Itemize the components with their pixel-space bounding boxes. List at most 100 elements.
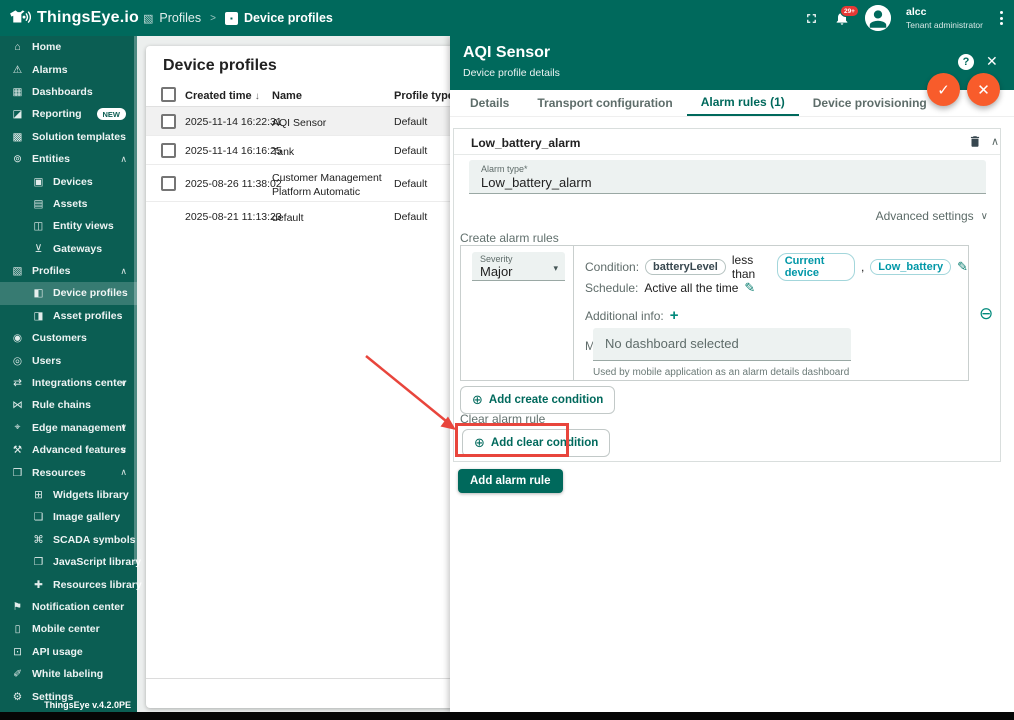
sidebar-item-resources-library[interactable]: ✚Resources library [0, 573, 137, 595]
chevron-up-icon: ∧ [120, 467, 127, 478]
devices-icon: ▣ [32, 176, 45, 188]
sidebar-item-entities[interactable]: ⊚Entities∧ [0, 148, 137, 170]
sidebar-item-gateways[interactable]: ⊻Gateways [0, 238, 137, 260]
discard-changes-button[interactable]: ✕ [967, 73, 1000, 106]
mobile-dashboard-input[interactable]: No dashboard selected [593, 328, 851, 361]
tab-device-provisioning[interactable]: Device provisioning [799, 90, 941, 116]
sidebar-item-users[interactable]: ◎Users [0, 349, 137, 371]
collapse-icon[interactable]: ∧ [991, 135, 999, 148]
notifications-button[interactable]: 29+ [834, 10, 850, 26]
add-alarm-rule-button[interactable]: Add alarm rule [458, 469, 563, 493]
select-all-checkbox[interactable] [161, 87, 176, 102]
column-name[interactable]: Name [272, 90, 302, 102]
user-role: Tenant administrator [906, 20, 983, 30]
add-create-condition-button[interactable]: ⊕ Add create condition [460, 386, 615, 414]
home-icon: ⌂ [11, 41, 24, 53]
user-name: alcc [906, 6, 983, 19]
sidebar-item-api-usage[interactable]: ⊡API usage [0, 641, 137, 663]
condition-device-chip[interactable]: Current device [777, 253, 855, 281]
tab-transport-configuration[interactable]: Transport configuration [523, 90, 686, 116]
sidebar-item-advanced-features[interactable]: ⚒Advanced features∨ [0, 439, 137, 461]
sidebar-item-dashboards[interactable]: ▦Dashboards [0, 81, 137, 103]
sidebar-item-assets[interactable]: ▤Assets [0, 193, 137, 215]
sidebar-item-entity-views[interactable]: ◫Entity views [0, 215, 137, 237]
chevron-down-icon: ∨ [120, 378, 127, 389]
sidebar-item-mobile-center[interactable]: ▯Mobile center [0, 618, 137, 640]
advanced-settings-toggle[interactable]: Advanced settings ∨ [876, 209, 988, 223]
sidebar-item-integrations-center[interactable]: ⇄Integrations center∨ [0, 372, 137, 394]
row-checkbox[interactable] [161, 143, 176, 158]
sidebar-item-profiles[interactable]: ▧Profiles∧ [0, 260, 137, 282]
condition-key-chip[interactable]: batteryLevel [645, 259, 726, 275]
severity-column: Severity Major ▾ [461, 246, 574, 380]
tab-alarm-rules[interactable]: Alarm rules (1) [687, 90, 799, 116]
users-icon: ◎ [11, 355, 24, 367]
row-checkbox[interactable] [161, 176, 176, 191]
user-info[interactable]: alcc Tenant administrator [906, 6, 983, 29]
sidebar-item-alarms[interactable]: ⚠Alarms [0, 58, 137, 80]
fullscreen-button[interactable] [804, 11, 819, 26]
close-icon[interactable]: ✕ [986, 53, 998, 70]
severity-select[interactable]: Severity Major ▾ [472, 252, 565, 281]
alarm-rule-name: Low_battery_alarm [471, 136, 580, 150]
breadcrumb-profiles[interactable]: ▧ Profiles [143, 11, 201, 25]
sidebar-item-widgets-library[interactable]: ⊞Widgets library [0, 484, 137, 506]
tab-details[interactable]: Details [456, 90, 523, 116]
close-icon: ✕ [977, 81, 990, 99]
sidebar-item-scada-symbols[interactable]: ⌘SCADA symbols [0, 529, 137, 551]
sidebar-scrollbar[interactable] [134, 36, 137, 564]
page-title: Device profiles [163, 57, 277, 75]
profiles-icon: ▧ [11, 265, 24, 277]
sidebar-item-home[interactable]: ⌂Home [0, 36, 137, 58]
solution-templates-icon: ▩ [11, 131, 24, 143]
sidebar-item-javascript-library[interactable]: ❐JavaScript library [0, 551, 137, 573]
sidebar-item-resources[interactable]: ❒Resources∧ [0, 461, 137, 483]
entities-icon: ⊚ [11, 153, 24, 165]
breadcrumb-device-profiles[interactable]: ▪ Device profiles [225, 11, 333, 25]
notification-center-icon: ⚑ [11, 601, 24, 613]
condition-row: Condition: batteryLevel less than Curren… [585, 253, 968, 281]
condition-value-chip[interactable]: Low_battery [870, 259, 951, 275]
column-created-time[interactable]: Created time ↓ [185, 90, 260, 102]
customers-icon: ◉ [11, 332, 24, 344]
avatar[interactable] [865, 5, 891, 31]
scada-symbols-icon: ⌘ [32, 534, 45, 546]
sidebar-item-edge-management[interactable]: ⌖Edge management∨ [0, 417, 137, 439]
resources-icon: ❒ [11, 467, 24, 479]
clear-alarm-rule-label: Clear alarm rule [460, 412, 545, 426]
alarm-type-field[interactable]: Alarm type* Low_battery_alarm [469, 160, 986, 194]
sidebar-item-devices[interactable]: ▣Devices [0, 170, 137, 192]
add-circle-icon: ⊕ [472, 392, 483, 408]
delete-alarm-icon[interactable] [968, 134, 982, 154]
sidebar-item-notification-center[interactable]: ⚑Notification center [0, 596, 137, 618]
alarm-condition-box: Severity Major ▾ Condition: batteryLevel… [460, 245, 969, 381]
edit-condition-icon[interactable]: ✎ [957, 259, 968, 275]
help-icon[interactable]: ? [958, 54, 974, 70]
add-clear-condition-button[interactable]: ⊕ Add clear condition [462, 429, 610, 457]
severity-label: Severity [480, 254, 565, 264]
sidebar-item-white-labeling[interactable]: ✐White labeling [0, 663, 137, 685]
sidebar-item-solution-templates[interactable]: ▩Solution templates [0, 126, 137, 148]
app-window: ThingsEye.io ▧ Profiles > ▪ Device profi… [0, 0, 1014, 720]
top-header: ThingsEye.io ▧ Profiles > ▪ Device profi… [0, 0, 1014, 36]
column-profile-type[interactable]: Profile type [394, 90, 454, 102]
assets-icon: ▤ [32, 198, 45, 210]
more-vert-button[interactable] [998, 9, 1005, 27]
mobile-center-icon: ▯ [11, 623, 24, 635]
sidebar-item-image-gallery[interactable]: ❏Image gallery [0, 506, 137, 528]
apply-changes-button[interactable]: ✓ [927, 73, 960, 106]
sidebar-item-customers[interactable]: ◉Customers [0, 327, 137, 349]
remove-condition-icon[interactable]: ⊖ [979, 304, 993, 324]
version-label: ThingsEye v.4.2.0PE [44, 700, 131, 710]
sidebar-item-reporting[interactable]: ◪ReportingNEW [0, 103, 137, 125]
image-gallery-icon: ❏ [32, 511, 45, 523]
alarm-type-label: Alarm type* [481, 164, 986, 174]
add-info-icon[interactable]: + [670, 307, 679, 324]
sidebar-item-rule-chains[interactable]: ⋈Rule chains [0, 394, 137, 416]
chevron-up-icon: ∧ [120, 266, 127, 277]
edit-schedule-icon[interactable]: ✎ [744, 280, 755, 296]
row-checkbox[interactable] [161, 114, 176, 129]
reporting-icon: ◪ [11, 108, 24, 120]
sidebar-item-asset-profiles[interactable]: ◨Asset profiles [0, 305, 137, 327]
sidebar-item-device-profiles[interactable]: ◧Device profiles [0, 282, 137, 304]
